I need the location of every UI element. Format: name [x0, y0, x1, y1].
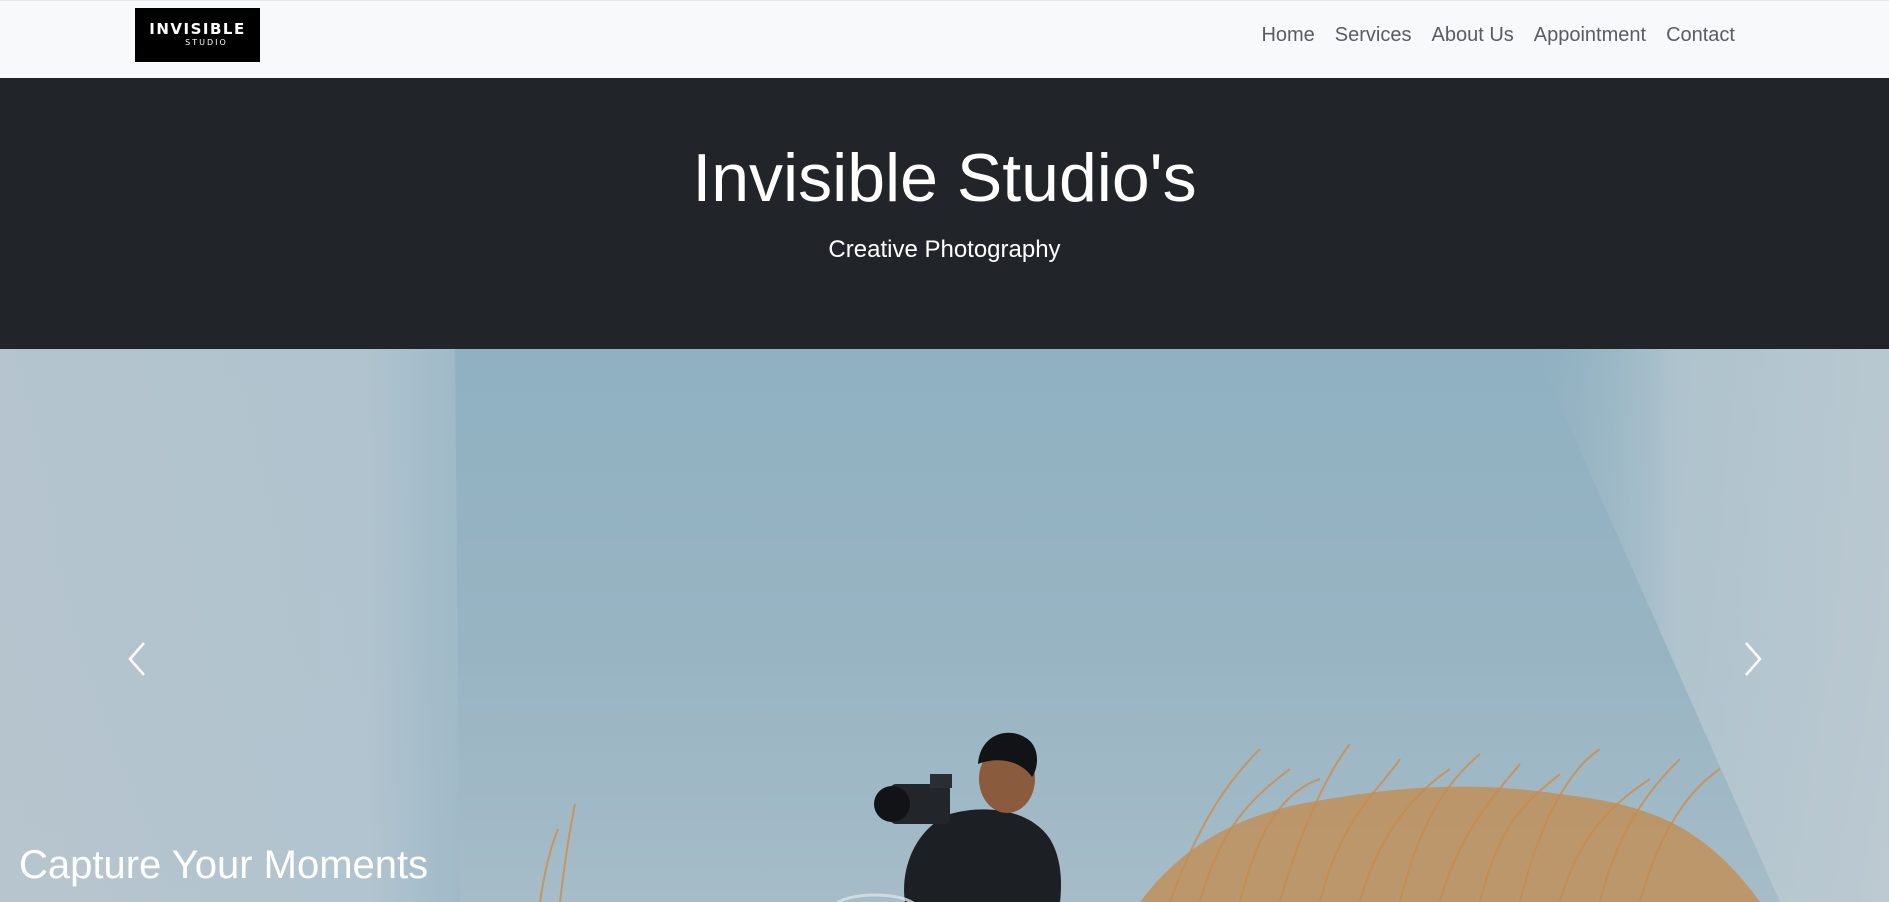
- chevron-right-icon: [1745, 642, 1762, 676]
- grass-mass: [1140, 786, 1760, 902]
- navbar: INVISIBLE STUDIO Home Services About Us …: [0, 0, 1889, 78]
- chevron-left-icon: [128, 642, 145, 676]
- brand-logo[interactable]: INVISIBLE STUDIO: [135, 8, 260, 62]
- carousel-prev-button[interactable]: [118, 639, 158, 679]
- nav-link-appointment[interactable]: Appointment: [1524, 21, 1656, 49]
- hero-title: Invisible Studio's: [692, 140, 1197, 216]
- nav-link-about-us[interactable]: About Us: [1422, 21, 1524, 49]
- hero-banner: Invisible Studio's Creative Photography: [0, 78, 1889, 349]
- nav-link-contact[interactable]: Contact: [1656, 21, 1745, 49]
- nav-menu: Home Services About Us Appointment Conta…: [1251, 21, 1745, 49]
- nav-link-home[interactable]: Home: [1251, 21, 1324, 49]
- carousel-next-button[interactable]: [1732, 639, 1772, 679]
- photographer: [874, 732, 1061, 902]
- carousel-photo: [0, 349, 1889, 902]
- image-carousel: Capture Your Moments: [0, 349, 1889, 902]
- left-curtain: [0, 349, 460, 902]
- carousel-caption: Capture Your Moments: [19, 843, 429, 887]
- hero-subtitle: Creative Photography: [828, 236, 1061, 263]
- logo-subtext: STUDIO: [185, 38, 228, 47]
- logo-wordmark: INVISIBLE: [149, 20, 246, 38]
- nav-link-services[interactable]: Services: [1325, 21, 1422, 49]
